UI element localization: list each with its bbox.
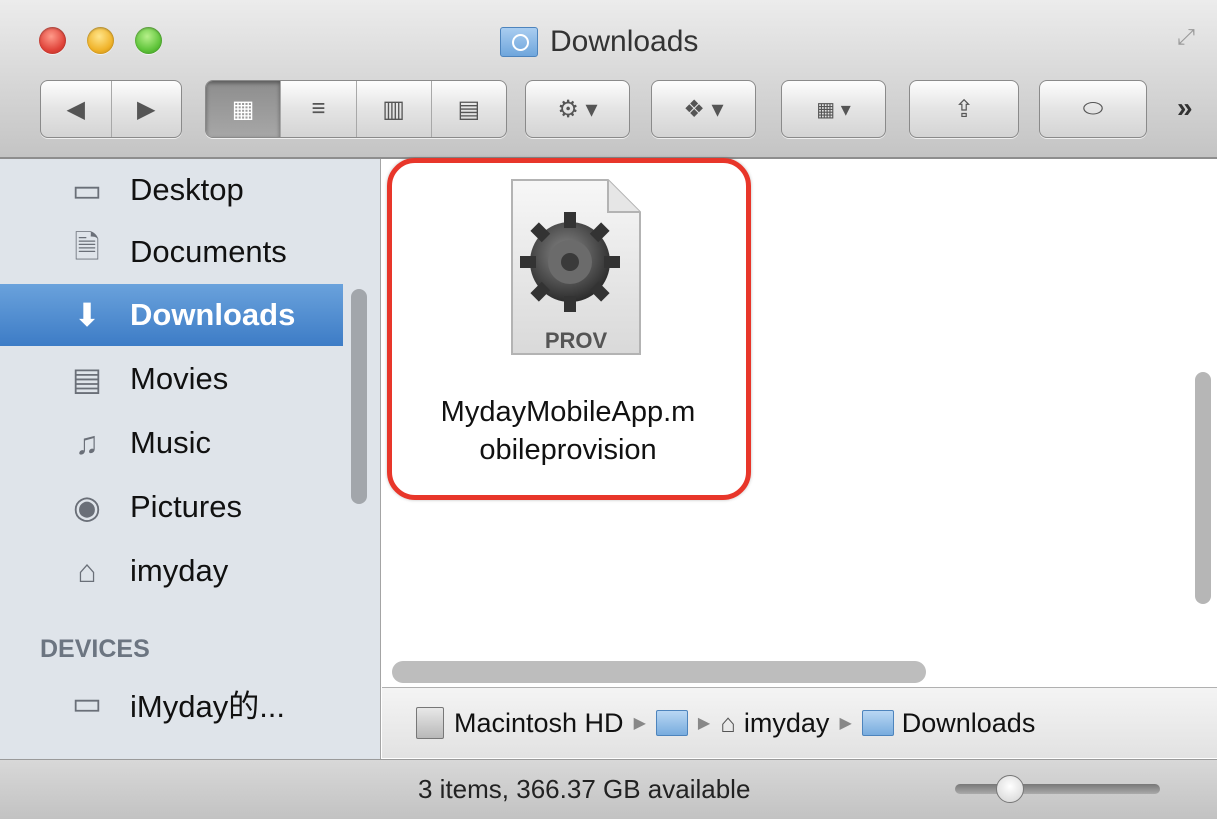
sidebar-item-music[interactable]: ♫ Music: [0, 412, 343, 474]
path-item-downloads[interactable]: Downloads: [861, 707, 1036, 739]
sidebar-item-label: Desktop: [130, 172, 244, 207]
action-menu-button[interactable]: ⚙ ▾: [525, 80, 630, 138]
status-text: 3 items, 366.37 GB available: [418, 774, 751, 804]
desktop-icon: ▭: [71, 172, 103, 208]
share-icon: ⇪: [953, 95, 975, 123]
back-button[interactable]: ◀: [41, 81, 112, 137]
forward-button[interactable]: ▶: [112, 81, 182, 137]
dropbox-icon: ❖ ▾: [683, 95, 724, 123]
movies-icon: ▤: [71, 361, 103, 397]
path-item-macintosh-hd[interactable]: Macintosh HD: [454, 708, 624, 739]
sidebar-item-label: Pictures: [130, 489, 242, 524]
arrange-icon: ▦ ▾: [816, 98, 851, 121]
sidebar-item-movies[interactable]: ▤ Movies: [0, 348, 343, 410]
path-bar: Macintosh HD ▶ ▶ ⌂ imyday ▶ Downloads: [382, 687, 1217, 758]
sidebar-item-pictures[interactable]: ◉ Pictures: [0, 476, 343, 538]
path-separator-icon: ▶: [839, 715, 852, 732]
coverflow-view-button[interactable]: ▤: [432, 81, 506, 137]
vertical-scrollbar[interactable]: [1195, 372, 1211, 604]
sidebar-item-downloads[interactable]: ⬇ Downloads: [0, 284, 343, 346]
toolbar-overflow-button[interactable]: »: [1177, 92, 1193, 124]
gear-icon: ⚙ ▾: [557, 95, 598, 123]
window-title: Downloads: [500, 22, 698, 62]
back-forward-control: ◀ ▶: [40, 80, 182, 138]
dropbox-menu-button[interactable]: ❖ ▾: [651, 80, 756, 138]
sidebar-item-documents[interactable]: 🗎 Documents: [0, 221, 343, 283]
icon-size-slider-knob[interactable]: [996, 775, 1024, 803]
sidebar-item-label: Documents: [130, 234, 287, 269]
path-separator-icon: ▶: [697, 715, 711, 732]
sidebar-item-label: iMyday的...: [130, 688, 286, 724]
downloads-folder-icon: [500, 27, 538, 57]
selection-highlight-annotation: [387, 158, 751, 500]
hard-drive-icon: [416, 707, 444, 739]
pictures-icon: ◉: [73, 489, 101, 525]
music-icon: ♫: [75, 424, 99, 461]
list-view-button[interactable]: ≡: [281, 81, 357, 137]
sidebar-item-desktop[interactable]: ▭ Desktop: [0, 159, 343, 221]
sidebar-item-label: Movies: [130, 361, 229, 396]
downloads-folder-icon: [861, 710, 894, 736]
home-icon: ⌂: [720, 707, 736, 738]
arrange-menu-button[interactable]: ▦ ▾: [781, 80, 886, 138]
documents-icon: 🗎: [74, 229, 100, 265]
tag-icon: ⬭: [1082, 95, 1104, 122]
sidebar-scrollbar[interactable]: [351, 289, 367, 504]
finder-window: Downloads ⤢ ◀ ▶ ▦ ≡ ▥ ▤ ⚙ ▾ ❖ ▾ ▦ ▾ ⇪ ⬭: [0, 0, 1217, 819]
path-item-home[interactable]: ⌂ imyday: [720, 708, 829, 739]
title-bar: Downloads ⤢ ◀ ▶ ▦ ≡ ▥ ▤ ⚙ ▾ ❖ ▾ ▦ ▾ ⇪ ⬭: [0, 0, 1217, 159]
sidebar-item-home[interactable]: ⌂ imyday: [0, 540, 343, 602]
sidebar-item-label: imyday: [130, 553, 229, 588]
column-view-button[interactable]: ▥: [357, 81, 432, 137]
tags-button[interactable]: ⬭: [1039, 80, 1147, 138]
fullscreen-icon[interactable]: ⤢: [1173, 24, 1199, 50]
users-folder-icon: [655, 710, 688, 736]
devices-section-header: DEVICES: [40, 635, 150, 663]
path-item-label: Macintosh HD: [454, 707, 624, 738]
window-title-text: Downloads: [550, 25, 699, 58]
sidebar-item-label: Downloads: [130, 297, 296, 332]
home-icon: ⌂: [77, 552, 97, 589]
share-button[interactable]: ⇪: [909, 80, 1019, 138]
path-separator-icon: ▶: [633, 715, 646, 732]
icon-size-slider[interactable]: [955, 784, 1160, 794]
sidebar: ▭ Desktop 🗎 Documents ⬇ Downloads ▤ Movi…: [0, 159, 381, 759]
minimize-button[interactable]: [87, 27, 114, 54]
close-button[interactable]: [39, 27, 66, 54]
laptop-icon: ▭: [71, 685, 103, 721]
path-item-label: imyday: [743, 707, 830, 738]
sidebar-item-device[interactable]: ▭ iMyday的...: [0, 672, 343, 734]
view-mode-control: ▦ ≡ ▥ ▤: [205, 80, 507, 138]
icon-view-button[interactable]: ▦: [206, 81, 282, 137]
path-item-label: Downloads: [901, 707, 1036, 738]
downloads-icon: ⬇: [73, 297, 101, 333]
zoom-button[interactable]: [135, 27, 162, 54]
path-item-users[interactable]: [655, 710, 688, 736]
sidebar-item-label: Music: [130, 425, 211, 460]
horizontal-scrollbar[interactable]: [392, 661, 926, 683]
